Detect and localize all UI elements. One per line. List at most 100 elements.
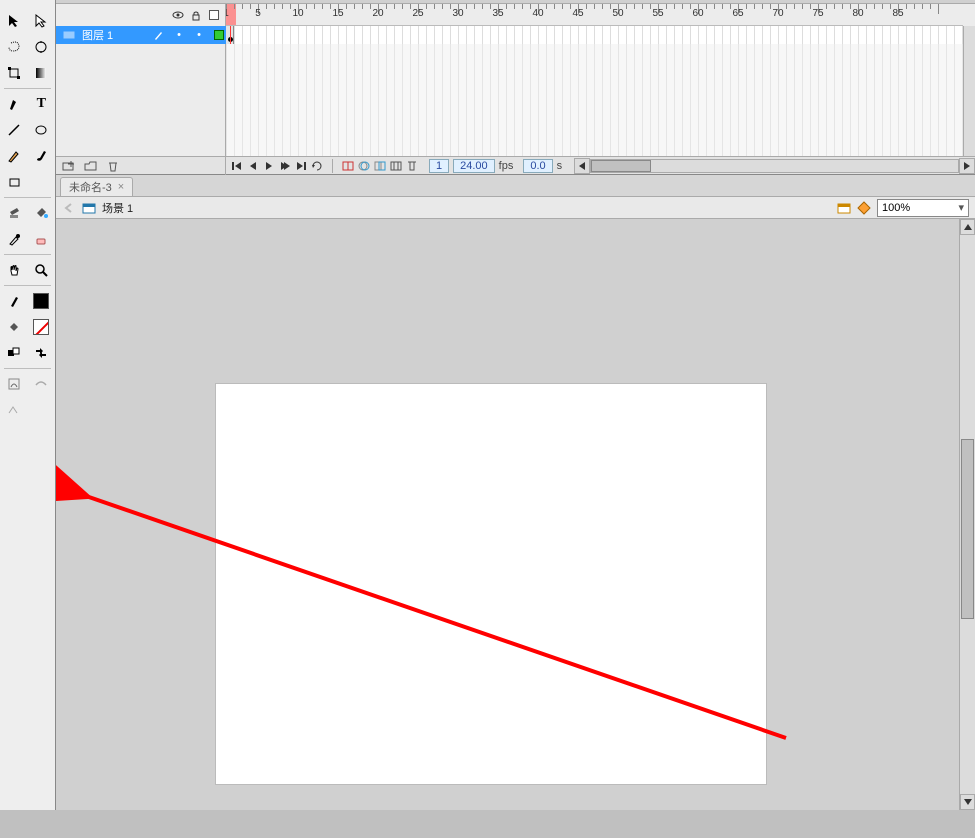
scene-label[interactable]: 场景 1 [102,200,133,216]
edit-bar: 场景 1 100% ▾ [56,197,975,219]
straighten-option[interactable] [2,398,26,422]
layer-type-icon [62,28,76,42]
scroll-down-button[interactable] [960,794,975,810]
free-transform-tool[interactable] [2,61,26,85]
subselection-tool[interactable] [30,9,54,33]
ruler-label: 85 [892,8,903,19]
new-folder-button[interactable] [84,159,98,173]
eraser-tool[interactable] [30,227,54,251]
line-tool[interactable] [2,118,26,142]
fill-color-swatch[interactable] [30,315,54,339]
text-tool[interactable]: T [30,92,54,116]
selection-tool[interactable] [2,9,26,33]
oval-tool[interactable] [30,118,54,142]
magic-wand-tool[interactable] [30,35,54,59]
fill-color-picker[interactable] [2,315,26,339]
scroll-left-button[interactable] [574,158,590,174]
hand-tool[interactable] [2,258,26,282]
scene-icon [82,201,96,215]
edit-scene-button[interactable] [837,201,851,215]
lock-column-icon[interactable] [189,8,203,22]
stroke-color-swatch[interactable] [30,289,54,313]
swap-colors-button[interactable] [30,341,54,365]
eyedropper-tool[interactable] [2,227,26,251]
empty-slot-2 [30,398,54,422]
current-frame-readout[interactable]: 1 [429,159,449,173]
timeline-h-scrollbar[interactable] [574,158,975,174]
brush-tool[interactable] [30,144,54,168]
ruler-label: 50 [612,8,623,19]
center-frame-button[interactable] [341,159,355,173]
edit-multiple-button[interactable] [389,159,403,173]
stage-canvas[interactable] [216,384,766,784]
zoom-combo[interactable]: 100% ▾ [877,199,969,217]
timeline-panel: 1510152025303540455055606570758085 图层 1 … [56,0,975,175]
goto-last-button[interactable] [294,159,308,173]
time-label: s [557,160,569,172]
pencil-tool[interactable] [2,144,26,168]
ruler-label: 35 [492,8,503,19]
ruler-label: 65 [732,8,743,19]
rectangle-tool[interactable] [2,170,26,194]
scroll-up-button[interactable] [960,219,975,235]
document-tab[interactable]: 未命名-3 × [60,177,133,196]
layer-row[interactable]: 图层 1 • • [56,26,963,44]
stage-scroll-thumb[interactable] [961,439,974,619]
visibility-column-icon[interactable] [171,8,185,22]
prev-frame-button[interactable] [246,159,260,173]
ruler-label: 70 [772,8,783,19]
document-tab-bar: 未命名-3 × [56,175,975,197]
timeline-ruler[interactable]: 1510152025303540455055606570758085 [226,4,963,26]
layer-header [56,4,226,26]
zoom-value: 100% [882,202,910,214]
edit-symbol-button[interactable] [857,201,871,215]
paint-bucket-tool[interactable] [30,201,54,225]
lasso-tool[interactable] [2,35,26,59]
smooth-option[interactable] [30,372,54,396]
document-tab-label: 未命名-3 [69,179,112,195]
ruler-label: 25 [412,8,423,19]
back-button[interactable] [62,201,76,215]
ruler-label: 30 [452,8,463,19]
next-frame-button[interactable] [278,159,292,173]
time-readout[interactable]: 0.0 [523,159,552,173]
stroke-color-picker[interactable] [2,289,26,313]
marker-button[interactable] [405,159,419,173]
ruler-label: 10 [292,8,303,19]
ruler-label: 5 [255,8,261,19]
ruler-label: 40 [532,8,543,19]
timeline-v-scrollbar[interactable] [963,26,975,156]
layer-outline-swatch[interactable] [212,28,226,42]
layer-name[interactable]: 图层 1 [82,27,146,43]
scroll-thumb[interactable] [591,160,651,172]
delete-layer-button[interactable] [106,159,120,173]
timeline-statusbar: 1 24.00 fps 0.0 s [56,156,975,174]
ruler-label: 20 [372,8,383,19]
deco-tool[interactable] [2,372,26,396]
gradient-transform-tool[interactable] [30,61,54,85]
ruler-label: 80 [852,8,863,19]
default-colors-button[interactable] [2,341,26,365]
close-tab-button[interactable]: × [118,181,124,193]
layer-visible-dot[interactable]: • [172,28,186,42]
loop-button[interactable] [310,159,324,173]
stage-v-scrollbar[interactable] [959,219,975,810]
toolbox-panel: T [0,0,56,810]
goto-first-button[interactable] [230,159,244,173]
scroll-right-button[interactable] [959,158,975,174]
outline-column-icon[interactable] [207,8,221,22]
stage-area[interactable] [56,219,975,810]
play-button[interactable] [262,159,276,173]
ruler-label: 15 [332,8,343,19]
onion-outline-button[interactable] [373,159,387,173]
empty-slot [30,170,54,194]
ink-bottle-tool[interactable] [2,201,26,225]
zoom-tool[interactable] [30,258,54,282]
onion-skin-button[interactable] [357,159,371,173]
layer-lock-dot[interactable]: • [192,28,206,42]
pen-tool[interactable] [2,92,26,116]
layer-frames-track[interactable] [226,26,963,44]
fps-readout[interactable]: 24.00 [453,159,495,173]
new-layer-button[interactable] [62,159,76,173]
ruler-label: 75 [812,8,823,19]
